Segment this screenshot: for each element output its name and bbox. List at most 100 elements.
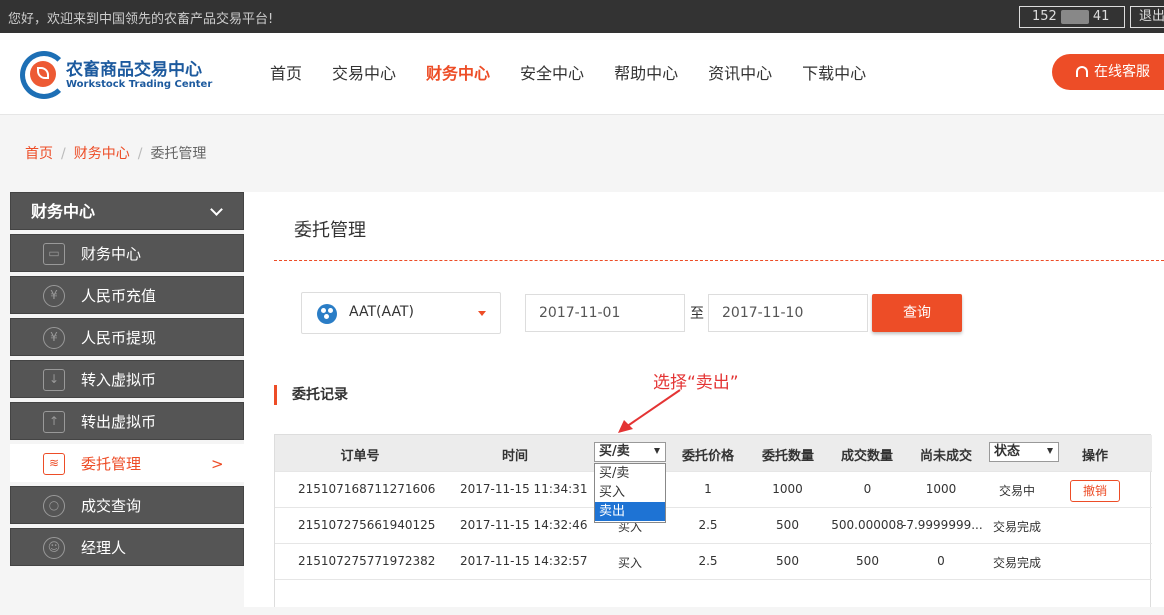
- cell-remaining: -7.9999999...: [902, 518, 983, 532]
- date-from-input[interactable]: 2017-11-01: [525, 294, 685, 332]
- breadcrumb-finance[interactable]: 财务中心: [74, 146, 130, 162]
- breadcrumb-sep: /: [137, 146, 143, 162]
- cell-time: 2017-11-15 14:32:57: [460, 554, 588, 568]
- order-icon: ≋: [43, 453, 65, 475]
- welcome-text: 您好，欢迎来到中国领先的农畜产品交易平台!: [8, 12, 274, 27]
- logo-cn-text: 农畜商品交易中心: [66, 60, 202, 80]
- yuan-out-icon: ¥: [43, 327, 65, 349]
- cell-remaining: 0: [937, 554, 945, 568]
- table-row: 215107275771972382 2017-11-15 14:32:57 买…: [275, 543, 1152, 579]
- sidebar-item-finance[interactable]: ▭ 财务中心: [10, 234, 244, 272]
- query-button[interactable]: 查询: [872, 294, 962, 332]
- nav-home[interactable]: 首页: [255, 33, 317, 115]
- cell-price: 2.5: [698, 518, 718, 532]
- wallet-icon: ▭: [43, 243, 65, 265]
- col-time: 时间: [501, 449, 528, 464]
- cell-status: 交易中: [998, 484, 1035, 498]
- cancel-order-button[interactable]: 撤销: [1070, 480, 1120, 502]
- side-option-buy[interactable]: 买入: [595, 483, 665, 502]
- breadcrumb-home[interactable]: 首页: [25, 146, 53, 162]
- col-action: 操作: [1081, 449, 1108, 464]
- sidebar: 财务中心 ▭ 财务中心 ¥ 人民币充值 ¥ 人民币提现 ↓ 转入虚拟币 ↑ 转出虚拟币 ≋…: [10, 192, 244, 607]
- chevron-down-icon: [210, 203, 223, 216]
- date-to-input[interactable]: 2017-11-10: [708, 294, 868, 332]
- search-icon: ○: [43, 495, 65, 517]
- divider: [274, 260, 1164, 261]
- nav-help[interactable]: 帮助中心: [599, 33, 693, 115]
- logo[interactable]: 农畜商品交易中心 Workstock Trading Center: [20, 51, 213, 101]
- nav-download[interactable]: 下载中心: [787, 33, 881, 115]
- side-filter-dropdown: 买/卖 买入 卖出: [594, 463, 666, 523]
- status-filter-select[interactable]: 状态: [989, 442, 1059, 462]
- sidebar-item-coin-out[interactable]: ↑ 转出虚拟币: [10, 402, 244, 440]
- side-filter-select[interactable]: 买/卖: [594, 442, 666, 462]
- sidebar-item-rmb-deposit[interactable]: ¥ 人民币充值: [10, 276, 244, 314]
- sidebar-item-label: 经理人: [81, 539, 127, 557]
- coin-select[interactable]: AAT(AAT): [301, 292, 501, 334]
- badge-icon: ☺: [43, 537, 65, 559]
- col-remaining: 尚未成交: [919, 449, 972, 464]
- sidebar-item-manager[interactable]: ☺ 经理人: [10, 528, 244, 566]
- col-filled: 成交数量: [840, 449, 893, 464]
- cell-quantity: 500: [776, 518, 799, 532]
- side-filter-value: 买/卖: [599, 444, 630, 459]
- orders-table: 订单号 时间 买/卖 委托价格 委托数量 成交数量 尚未成交 状态 操作 215…: [274, 434, 1152, 607]
- sidebar-item-label: 人民币充值: [81, 287, 157, 305]
- breadcrumb-current: 委托管理: [150, 146, 207, 162]
- coin-icon: [317, 304, 337, 324]
- caret-down-icon: [1047, 448, 1053, 454]
- side-option-sell[interactable]: 卖出: [595, 502, 665, 521]
- logout-button[interactable]: 退出: [1130, 6, 1164, 28]
- chevron-right-icon: >: [211, 455, 224, 473]
- online-service-button[interactable]: 在线客服: [1052, 54, 1164, 90]
- sidebar-item-label: 转出虚拟币: [81, 413, 157, 431]
- cell-remaining: 1000: [925, 482, 957, 496]
- section-title: 委托记录: [274, 385, 348, 405]
- sidebar-title: 财务中心: [31, 202, 96, 221]
- cell-time: 2017-11-15 14:32:46: [460, 518, 588, 532]
- top-bar: 您好，欢迎来到中国领先的农畜产品交易平台! 152 41 退出: [0, 0, 1164, 33]
- cell-order-id: 215107168711271606: [298, 482, 436, 496]
- sidebar-item-rmb-withdraw[interactable]: ¥ 人民币提现: [10, 318, 244, 356]
- coin-select-value: AAT(AAT): [349, 304, 414, 320]
- header: 农畜商品交易中心 Workstock Trading Center 首页 交易中…: [0, 33, 1164, 115]
- nav-security[interactable]: 安全中心: [505, 33, 599, 115]
- sidebar-item-label: 成交查询: [81, 497, 142, 515]
- cell-price: 1: [704, 482, 712, 496]
- cell-filled: 500.000008: [831, 518, 904, 532]
- table-row: 215107168711271606 2017-11-15 11:34:31 1…: [275, 471, 1152, 507]
- cell-status: 交易完成: [992, 520, 1041, 534]
- upload-icon: ↑: [43, 411, 65, 433]
- sidebar-item-label: 转入虚拟币: [81, 371, 157, 389]
- side-option-all[interactable]: 买/卖: [595, 464, 665, 483]
- table-row: 215107275661940125 2017-11-15 14:32:46 买…: [275, 507, 1152, 543]
- sidebar-item-orders[interactable]: ≋ 委托管理 >: [10, 444, 244, 482]
- sidebar-item-label: 人民币提现: [81, 329, 157, 347]
- yuan-in-icon: ¥: [43, 285, 65, 307]
- nav-finance[interactable]: 财务中心: [411, 33, 505, 115]
- cell-price: 2.5: [698, 554, 718, 568]
- sidebar-item-label: 委托管理: [81, 455, 142, 473]
- col-quantity: 委托数量: [761, 449, 814, 464]
- logo-en-text: Workstock Trading Center: [66, 79, 213, 90]
- service-label: 在线客服: [1094, 64, 1150, 80]
- main-nav: 首页 交易中心 财务中心 安全中心 帮助中心 资讯中心 下载中心: [255, 33, 881, 115]
- cell-order-id: 215107275661940125: [298, 518, 436, 532]
- cell-order-id: 215107275771972382: [298, 554, 436, 568]
- sidebar-item-trades[interactable]: ○ 成交查询: [10, 486, 244, 524]
- breadcrumb-sep: /: [61, 146, 66, 162]
- nav-news[interactable]: 资讯中心: [693, 33, 787, 115]
- cell-side: 买入: [617, 556, 642, 570]
- status-filter-value: 状态: [994, 444, 1021, 459]
- table-header: 订单号 时间 买/卖 委托价格 委托数量 成交数量 尚未成交 状态 操作: [275, 435, 1152, 471]
- account-suffix: 41: [1092, 9, 1110, 24]
- sidebar-header[interactable]: 财务中心: [10, 192, 244, 230]
- sidebar-item-label: 财务中心: [81, 245, 142, 263]
- table-row-empty: [275, 579, 1152, 615]
- nav-trading[interactable]: 交易中心: [317, 33, 411, 115]
- account-link[interactable]: 152 41: [1019, 6, 1125, 28]
- sidebar-item-coin-in[interactable]: ↓ 转入虚拟币: [10, 360, 244, 398]
- main-panel: 委托管理 AAT(AAT) 2017-11-01 至 2017-11-10 查询…: [244, 192, 1164, 607]
- caret-down-icon: [478, 311, 486, 316]
- col-order-id: 订单号: [340, 449, 380, 464]
